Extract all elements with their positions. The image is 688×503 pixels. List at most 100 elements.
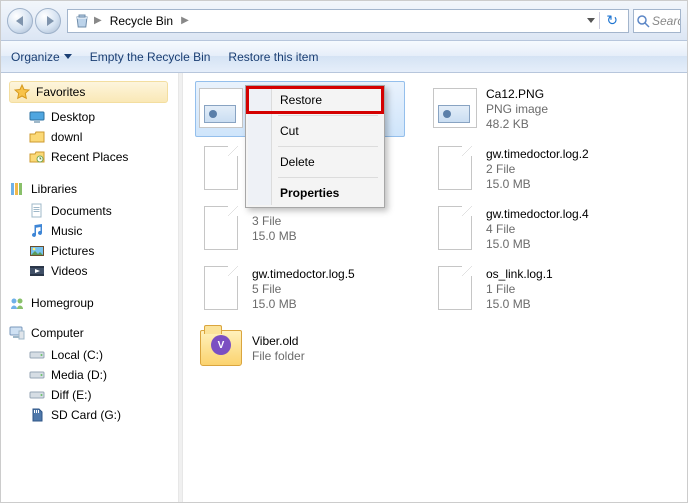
organize-label: Organize — [11, 50, 60, 64]
address-box[interactable]: ▶ Recycle Bin ▶ ↻ — [67, 9, 629, 33]
forward-button[interactable] — [35, 8, 61, 34]
homegroup-icon — [9, 295, 25, 311]
file-thumbnail: V — [198, 324, 244, 372]
sidebar-item-videos[interactable]: Videos — [9, 261, 178, 281]
videos-icon — [29, 263, 45, 279]
context-menu-separator — [278, 146, 378, 147]
refresh-button[interactable]: ↻ — [599, 12, 624, 29]
file-type: 2 File — [486, 162, 589, 177]
sidebar-item-media-d[interactable]: Media (D:) — [9, 365, 178, 385]
file-meta: gw.timedoctor.log.22 File15.0 MB — [486, 144, 589, 194]
tree-item-label: Recent Places — [51, 150, 128, 164]
file-meta: gw.timedoctor.log.44 File15.0 MB — [486, 204, 589, 254]
sidebar-item-recent-places[interactable]: Recent Places — [9, 147, 178, 167]
sidebar-item-desktop[interactable]: Desktop — [9, 107, 178, 127]
file-tile[interactable]: VViber.oldFile folder — [195, 321, 405, 377]
tree-item-label: Pictures — [51, 244, 94, 258]
libraries-label: Libraries — [31, 182, 77, 196]
drive-icon — [29, 387, 45, 403]
tree-item-label: Media (D:) — [51, 368, 107, 382]
file-type: 1 File — [486, 282, 553, 297]
back-button[interactable] — [7, 8, 33, 34]
tree-item-label: Documents — [51, 204, 112, 218]
tree-item-label: downl — [51, 130, 82, 144]
sd-card-icon — [29, 407, 45, 423]
file-size: 15.0 MB — [252, 297, 355, 312]
context-menu-cut[interactable]: Cut — [248, 119, 382, 143]
file-name: Ca12.PNG — [486, 87, 548, 102]
file-tile[interactable]: gw.timedoctor.log.44 File15.0 MB — [429, 201, 639, 257]
file-meta: Ca12.PNGPNG image48.2 KB — [486, 84, 548, 134]
restore-this-item-button[interactable]: Restore this item — [228, 50, 318, 64]
file-thumbnail — [198, 264, 244, 312]
libraries-header[interactable]: Libraries — [9, 181, 178, 197]
homegroup-header[interactable]: Homegroup — [9, 295, 178, 311]
search-input[interactable]: Search — [633, 9, 681, 33]
tree-item-label: Music — [51, 224, 82, 238]
file-thumbnail — [432, 204, 478, 252]
sidebar-item-downl[interactable]: downl — [9, 127, 178, 147]
file-thumbnail — [432, 84, 478, 132]
file-type: PNG image — [486, 102, 548, 117]
file-type: 3 File — [252, 214, 297, 229]
context-menu-delete[interactable]: Delete — [248, 150, 382, 174]
sidebar-item-sd-card-g[interactable]: SD Card (G:) — [9, 405, 178, 425]
file-meta: gw.timedoctor.log.55 File15.0 MB — [252, 264, 355, 314]
libraries-icon — [9, 181, 25, 197]
file-type: File folder — [252, 349, 305, 364]
file-name: gw.timedoctor.log.2 — [486, 147, 589, 162]
favorites-header[interactable]: Favorites — [9, 81, 168, 103]
nav-buttons — [7, 8, 61, 34]
organize-button[interactable]: Organize — [11, 50, 72, 64]
context-menu-label: Delete — [280, 155, 315, 169]
empty-recycle-bin-button[interactable]: Empty the Recycle Bin — [90, 50, 211, 64]
file-thumbnail — [198, 144, 244, 192]
tree-item-label: SD Card (G:) — [51, 408, 121, 422]
computer-header[interactable]: Computer — [9, 325, 178, 341]
address-right: ↻ — [587, 12, 624, 29]
sidebar-item-music[interactable]: Music — [9, 221, 178, 241]
context-menu-label: Restore — [280, 93, 322, 107]
chevron-right-icon: ▶ — [179, 15, 191, 26]
file-name: gw.timedoctor.log.4 — [486, 207, 589, 222]
file-size: 15.0 MB — [486, 297, 553, 312]
folder-icon — [29, 129, 45, 145]
file-meta: Viber.oldFile folder — [252, 324, 305, 374]
desktop-icon — [29, 109, 45, 125]
context-menu-separator — [278, 115, 378, 116]
search-icon — [636, 14, 650, 31]
file-size: 15.0 MB — [486, 237, 589, 252]
file-name: Viber.old — [252, 334, 305, 349]
context-menu-label: Properties — [280, 186, 339, 200]
navigation-pane: Favorites Desktop downl Recent Places Li… — [1, 73, 179, 502]
computer-icon — [9, 325, 25, 341]
sidebar-item-pictures[interactable]: Pictures — [9, 241, 178, 261]
breadcrumb-location[interactable]: Recycle Bin — [104, 10, 179, 32]
file-tile[interactable]: gw.timedoctor.log.22 File15.0 MB — [429, 141, 639, 197]
file-tile[interactable]: Ca12.PNGPNG image48.2 KB — [429, 81, 639, 137]
file-tile[interactable]: os_link.log.11 File15.0 MB — [429, 261, 639, 317]
file-tile[interactable]: 3 File15.0 MB — [195, 201, 405, 257]
file-thumbnail — [432, 264, 478, 312]
computer-group: Computer Local (C:) Media (D:) Diff (E:)… — [9, 325, 178, 425]
favorites-group: Favorites Desktop downl Recent Places — [9, 81, 178, 167]
drive-icon — [29, 367, 45, 383]
context-menu-restore[interactable]: Restore — [248, 88, 382, 112]
recent-icon — [29, 149, 45, 165]
file-size: 15.0 MB — [252, 229, 297, 244]
address-dropdown-icon[interactable] — [587, 18, 595, 23]
star-icon — [14, 84, 30, 100]
homegroup-group: Homegroup — [9, 295, 178, 311]
toolbar: Organize Empty the Recycle Bin Restore t… — [1, 41, 687, 73]
file-list: Ca1.PNGCa12.PNGPNG image48.2 KBgw.timedo… — [183, 73, 687, 502]
sidebar-item-documents[interactable]: Documents — [9, 201, 178, 221]
address-bar: ▶ Recycle Bin ▶ ↻ Search — [1, 1, 687, 41]
sidebar-item-diff-e[interactable]: Diff (E:) — [9, 385, 178, 405]
file-thumbnail — [432, 144, 478, 192]
file-tile[interactable]: gw.timedoctor.log.55 File15.0 MB — [195, 261, 405, 317]
empty-label: Empty the Recycle Bin — [90, 50, 211, 64]
context-menu-properties[interactable]: Properties — [248, 181, 382, 205]
sidebar-item-local-c[interactable]: Local (C:) — [9, 345, 178, 365]
recycle-bin-icon — [72, 12, 92, 30]
favorites-label: Favorites — [36, 85, 85, 99]
